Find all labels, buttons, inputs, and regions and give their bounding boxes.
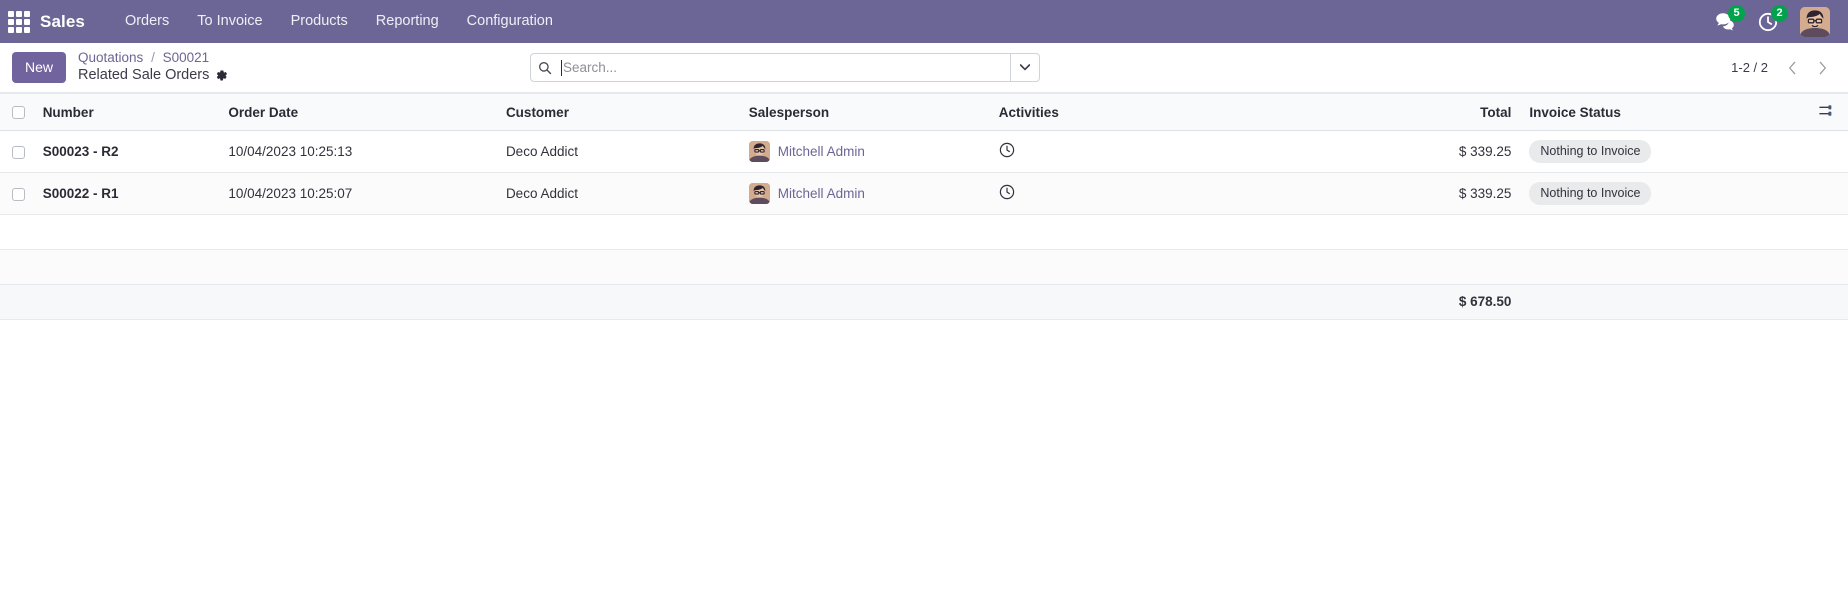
cell-row-options <box>1807 172 1848 215</box>
breadcrumb-item-record[interactable]: S00021 <box>163 50 210 65</box>
list-view: Number Order Date Customer Salesperson A… <box>0 93 1848 582</box>
row-select-cell <box>0 172 35 215</box>
column-settings-icon[interactable] <box>1819 103 1834 118</box>
messages-badge: 5 <box>1728 5 1745 22</box>
cell-customer: Deco Addict <box>497 130 741 173</box>
column-header-customer[interactable]: Customer <box>497 93 741 131</box>
menu-item-to-invoice[interactable]: To Invoice <box>183 2 276 41</box>
clock-icon[interactable] <box>999 142 1015 158</box>
column-header-total[interactable]: Total <box>1307 93 1522 131</box>
select-all-header <box>0 93 35 131</box>
breadcrumb: Quotations / S00021 Related Sale Orders <box>78 50 228 84</box>
app-brand-sales[interactable]: Sales <box>40 12 85 32</box>
menu-item-reporting[interactable]: Reporting <box>362 2 453 41</box>
cell-number[interactable]: S00022 - R1 <box>34 172 221 215</box>
salesperson-avatar <box>748 182 770 204</box>
breadcrumb-separator: / <box>151 50 155 66</box>
messages-menu[interactable]: 5 <box>1715 5 1745 31</box>
cell-salesperson: Mitchell Admin <box>740 172 991 215</box>
total-amount: $ 339.25 <box>1458 143 1512 159</box>
cell-customer: Deco Addict <box>497 172 741 215</box>
cell-order-date: 10/04/2023 10:25:13 <box>220 130 498 173</box>
status-badge: Nothing to Invoice <box>1529 181 1652 205</box>
sale-orders-table: Number Order Date Customer Salesperson A… <box>0 93 1848 320</box>
pager-next-button[interactable] <box>1808 55 1836 81</box>
menu-item-configuration[interactable]: Configuration <box>453 2 567 41</box>
cell-activities <box>990 172 1308 215</box>
table-row[interactable]: S00022 - R1 10/04/2023 10:25:07 Deco Add… <box>0 172 1848 215</box>
breadcrumb-item-quotations[interactable]: Quotations <box>78 50 143 65</box>
table-body: S00023 - R2 10/04/2023 10:25:13 Deco Add… <box>0 130 1848 320</box>
text-caret <box>561 59 562 76</box>
cell-row-options <box>1807 130 1848 173</box>
column-header-invoice-status[interactable]: Invoice Status <box>1521 93 1808 131</box>
new-button[interactable]: New <box>12 51 67 84</box>
row-checkbox[interactable] <box>12 187 25 201</box>
activities-menu[interactable]: 2 <box>1758 4 1788 32</box>
top-navbar: Sales Orders To Invoice Products Reporti… <box>0 0 1848 43</box>
search-icon <box>531 54 559 81</box>
table-footer-row: $ 678.50 <box>0 284 1848 320</box>
list-empty-area <box>0 319 1848 582</box>
menu-item-products[interactable]: Products <box>277 2 362 41</box>
optional-columns-header <box>1807 93 1848 131</box>
status-badge: Nothing to Invoice <box>1529 140 1652 163</box>
main-menu: Orders To Invoice Products Reporting Con… <box>111 2 567 41</box>
order-number-link[interactable]: S00023 - R2 <box>43 144 119 159</box>
empty-row <box>0 214 1848 250</box>
total-amount: $ 339.25 <box>1458 185 1512 201</box>
navbar-systray: 5 2 <box>1715 4 1834 37</box>
menu-item-orders[interactable]: Orders <box>111 2 183 41</box>
cell-invoice-status: Nothing to Invoice <box>1521 172 1808 215</box>
cell-total: $ 339.25 <box>1307 130 1522 173</box>
table-row[interactable]: S00023 - R2 10/04/2023 10:25:13 Deco Add… <box>0 130 1848 173</box>
cell-invoice-status: Nothing to Invoice <box>1521 130 1808 173</box>
table-header-row: Number Order Date Customer Salesperson A… <box>0 93 1848 131</box>
column-header-number[interactable]: Number <box>34 93 221 131</box>
select-all-checkbox[interactable] <box>12 106 25 120</box>
column-header-order-date[interactable]: Order Date <box>220 93 498 131</box>
cell-salesperson: Mitchell Admin <box>740 130 991 173</box>
pager-value[interactable]: 1-2 / 2 <box>1731 60 1768 75</box>
page-title: Related Sale Orders <box>78 66 210 83</box>
row-checkbox[interactable] <box>12 145 25 159</box>
gear-icon[interactable] <box>215 69 228 82</box>
cell-number[interactable]: S00023 - R2 <box>34 130 221 173</box>
activities-badge: 2 <box>1771 4 1788 22</box>
user-avatar[interactable] <box>1800 6 1830 37</box>
search-placeholder: Search... <box>563 60 618 75</box>
cell-activities <box>990 130 1308 173</box>
column-header-salesperson[interactable]: Salesperson <box>740 93 991 131</box>
control-panel: New Quotations / S00021 Related Sale Ord… <box>0 43 1848 93</box>
footer-total-cell: $ 678.50 <box>1307 284 1522 320</box>
apps-grid-icon[interactable] <box>8 10 30 33</box>
cell-order-date: 10/04/2023 10:25:07 <box>220 172 498 215</box>
order-number-link[interactable]: S00022 - R1 <box>43 186 119 201</box>
table-header: Number Order Date Customer Salesperson A… <box>0 93 1848 131</box>
column-header-activities[interactable]: Activities <box>990 93 1308 131</box>
pager-previous-button[interactable] <box>1778 55 1806 81</box>
pager: 1-2 / 2 <box>1731 55 1836 81</box>
breadcrumb-path: Quotations / S00021 <box>78 50 228 66</box>
clock-icon[interactable] <box>999 184 1015 200</box>
salesperson-name[interactable]: Mitchell Admin <box>778 186 865 201</box>
search-input[interactable]: Search... <box>559 54 1010 81</box>
cell-total: $ 339.25 <box>1307 172 1522 215</box>
search-bar[interactable]: Search... <box>530 53 1040 82</box>
search-dropdown-toggle[interactable] <box>1010 54 1039 81</box>
page-title-row: Related Sale Orders <box>78 67 228 85</box>
salesperson-avatar <box>748 140 770 162</box>
row-select-cell <box>0 130 35 173</box>
salesperson-name[interactable]: Mitchell Admin <box>778 144 865 159</box>
empty-row <box>0 249 1848 285</box>
